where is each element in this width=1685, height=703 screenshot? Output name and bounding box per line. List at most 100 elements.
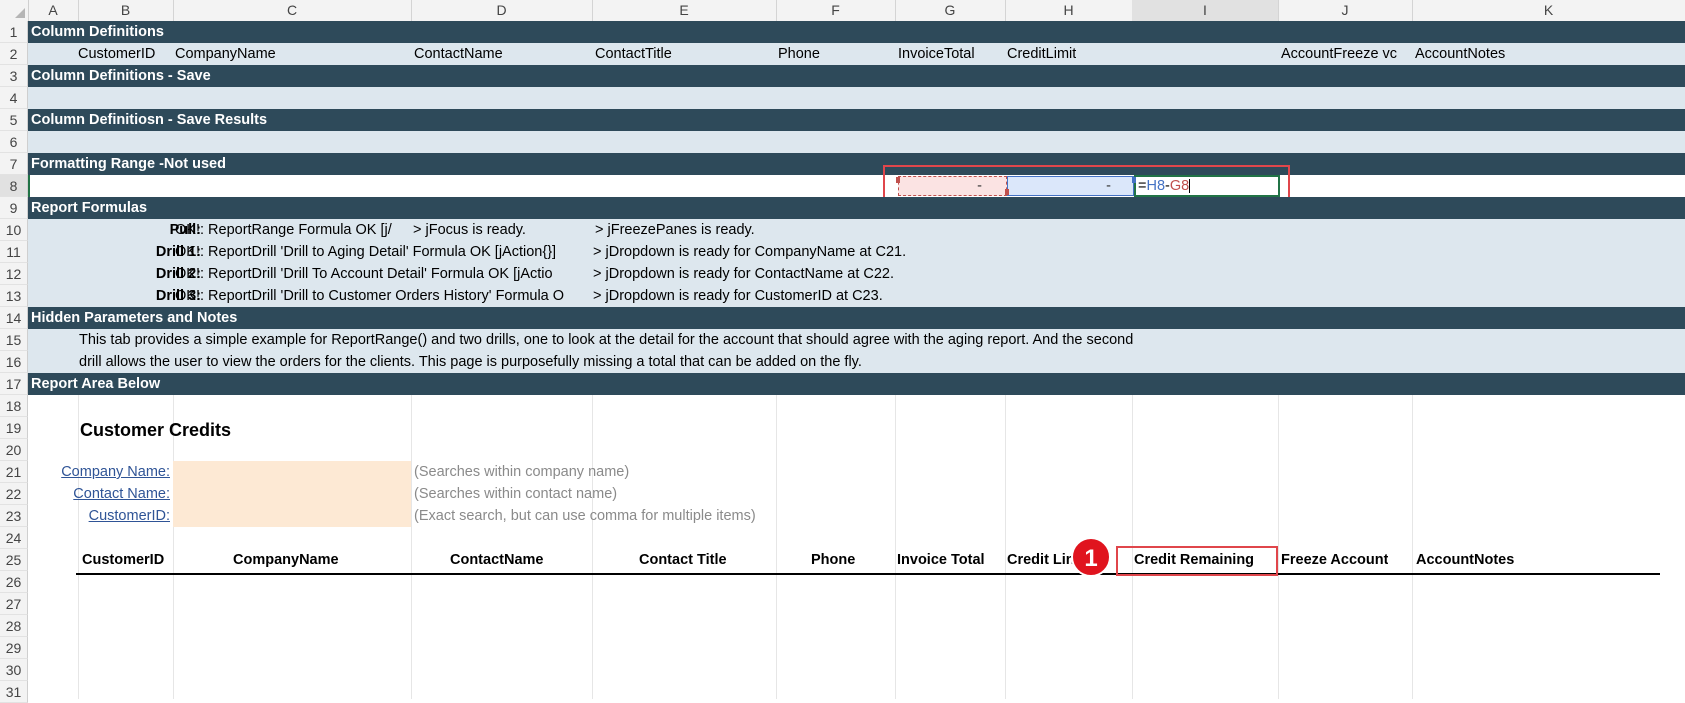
formula-status[interactable]: OK!: ReportDrill 'Drill to Customer Orde… — [175, 285, 592, 307]
column-header-d[interactable]: D — [411, 0, 593, 21]
row-header[interactable]: 21 — [0, 461, 28, 483]
header-contact-title[interactable]: Contact Title — [639, 549, 727, 571]
row-header[interactable]: 28 — [0, 615, 28, 637]
coldef-company-name[interactable]: CompanyName — [175, 43, 276, 65]
save-results-row — [28, 131, 1685, 153]
row-header[interactable]: 30 — [0, 659, 28, 681]
column-header-j[interactable]: J — [1278, 0, 1413, 21]
header-phone[interactable]: Phone — [811, 549, 855, 571]
header-contact-name[interactable]: ContactName — [450, 549, 543, 571]
select-all-corner[interactable] — [0, 0, 29, 21]
column-header-e[interactable]: E — [592, 0, 777, 21]
row-header[interactable]: 31 — [0, 681, 28, 703]
section-report-formulas: Report Formulas — [28, 197, 1685, 219]
section-title: Column Definitions - Save — [31, 68, 211, 84]
header-customer-id[interactable]: CustomerID — [82, 549, 164, 571]
row-header[interactable]: 25 — [0, 549, 28, 571]
row-header[interactable]: 11 — [0, 241, 28, 263]
filter-hint: (Exact search, but can use comma for mul… — [414, 508, 756, 524]
notes-row-2: drill allows the user to view the orders… — [28, 351, 1685, 373]
row-header[interactable]: 13 — [0, 285, 28, 307]
section-title: Formatting Range -Not used — [31, 156, 226, 172]
row-header[interactable]: 29 — [0, 637, 28, 659]
column-header-k[interactable]: K — [1412, 0, 1685, 21]
coldef-customer-id[interactable]: CustomerID — [78, 43, 155, 65]
header-invoice-total[interactable]: Invoice Total — [897, 549, 985, 571]
column-header-c[interactable]: C — [173, 0, 412, 21]
formula-status[interactable]: OK!: ReportDrill 'Drill To Account Detai… — [175, 263, 592, 285]
row-header[interactable]: 10 — [0, 219, 28, 241]
formula-status-3[interactable]: > jFreezePanes is ready. — [595, 219, 755, 241]
filter-hint: (Searches within company name) — [414, 464, 630, 480]
row-header[interactable]: 3 — [0, 65, 28, 87]
coldef-credit-limit[interactable]: CreditLimit — [1007, 43, 1076, 65]
coldef-contact-name[interactable]: ContactName — [414, 43, 503, 65]
row-header[interactable]: 2 — [0, 43, 28, 65]
column-header-b[interactable]: B — [78, 0, 174, 21]
column-header-a[interactable]: A — [28, 0, 79, 21]
column-header-f[interactable]: F — [776, 0, 896, 21]
header-account-notes[interactable]: AccountNotes — [1416, 549, 1514, 571]
report-formula-row-pull: Pull: OK!: ReportRange Formula OK [j/ > … — [28, 219, 1685, 241]
notes-text[interactable]: This tab provides a simple example for R… — [79, 329, 1133, 351]
formula-status[interactable]: OK!: ReportRange Formula OK [j/ — [175, 219, 412, 241]
column-definitions-row: CustomerID CompanyName ContactName Conta… — [28, 43, 1685, 65]
save-row — [28, 87, 1685, 109]
row-header[interactable]: 9 — [0, 197, 28, 219]
row-header[interactable]: 6 — [0, 131, 28, 153]
coldef-account-notes[interactable]: AccountNotes — [1415, 43, 1505, 65]
report-formula-row-drill2: Drill 2: OK!: ReportDrill 'Drill To Acco… — [28, 263, 1685, 285]
row-header[interactable]: 17 — [0, 373, 28, 395]
row-header[interactable]: 15 — [0, 329, 28, 351]
formula-status-2[interactable]: > jFocus is ready. — [413, 219, 526, 241]
row-header[interactable]: 12 — [0, 263, 28, 285]
row-header[interactable]: 27 — [0, 593, 28, 615]
row-header[interactable]: 7 — [0, 153, 28, 175]
column-header-i[interactable]: I — [1132, 0, 1279, 23]
row-header[interactable]: 26 — [0, 571, 28, 593]
filter-hint: (Searches within contact name) — [414, 486, 618, 502]
customer-id-input[interactable] — [173, 505, 411, 527]
formatting-range-row: - - =H8-G8 — [28, 175, 1685, 197]
coldef-contact-title[interactable]: ContactTitle — [595, 43, 672, 65]
section-report-area: Report Area Below — [28, 373, 1685, 395]
formula-status-2[interactable]: > jDropdown is ready for CompanyName at … — [593, 241, 906, 263]
report-title: Customer Credits — [80, 420, 232, 440]
row-header[interactable]: 5 — [0, 109, 28, 131]
filter-label-contact-name[interactable]: Contact Name: — [28, 483, 170, 505]
coldef-account-freeze[interactable]: AccountFreeze vc — [1281, 43, 1412, 65]
row-header[interactable]: 16 — [0, 351, 28, 373]
filter-label-company-name[interactable]: Company Name: — [28, 461, 170, 483]
row-header[interactable]: 22 — [0, 483, 28, 505]
row-header[interactable]: 4 — [0, 87, 28, 109]
row-header[interactable]: 24 — [0, 527, 28, 549]
section-title: Column Definitiosn - Save Results — [31, 112, 268, 128]
row-header[interactable]: 23 — [0, 505, 28, 527]
section-title: Report Area Below — [31, 376, 161, 392]
row-header[interactable]: 20 — [0, 439, 28, 461]
formula-status-2[interactable]: > jDropdown is ready for CustomerID at C… — [593, 285, 883, 307]
header-freeze-account[interactable]: Freeze Account — [1281, 549, 1388, 571]
filter-label-customer-id[interactable]: CustomerID: — [28, 505, 170, 527]
contact-name-input[interactable] — [173, 483, 411, 505]
report-formula-row-drill1: Drill 1: OK!: ReportDrill 'Drill to Agin… — [28, 241, 1685, 263]
section-column-definitions-save: Column Definitions - Save — [28, 65, 1685, 87]
highlight-box-credit-remaining — [1116, 546, 1278, 576]
coldef-phone[interactable]: Phone — [778, 43, 820, 65]
notes-text[interactable]: drill allows the user to view the orders… — [79, 351, 862, 373]
row-header[interactable]: 18 — [0, 395, 28, 417]
company-name-input[interactable] — [173, 461, 411, 483]
row-header[interactable]: 1 — [0, 21, 28, 43]
formula-status[interactable]: OK!: ReportDrill 'Drill to Aging Detail'… — [175, 241, 592, 263]
notes-row-1: This tab provides a simple example for R… — [28, 329, 1685, 351]
formula-status-2[interactable]: > jDropdown is ready for ContactName at … — [593, 263, 894, 285]
column-header-h[interactable]: H — [1005, 0, 1133, 21]
column-header-g[interactable]: G — [895, 0, 1006, 21]
row-header[interactable]: 19 — [0, 417, 28, 439]
row-header[interactable]: 14 — [0, 307, 28, 329]
section-column-definitions: Column Definitions — [28, 21, 1685, 43]
row-header-selected[interactable]: 8 — [0, 175, 28, 197]
section-hidden-parameters: Hidden Parameters and Notes — [28, 307, 1685, 329]
coldef-invoice-total[interactable]: InvoiceTotal — [898, 43, 975, 65]
header-company-name[interactable]: CompanyName — [233, 549, 339, 571]
